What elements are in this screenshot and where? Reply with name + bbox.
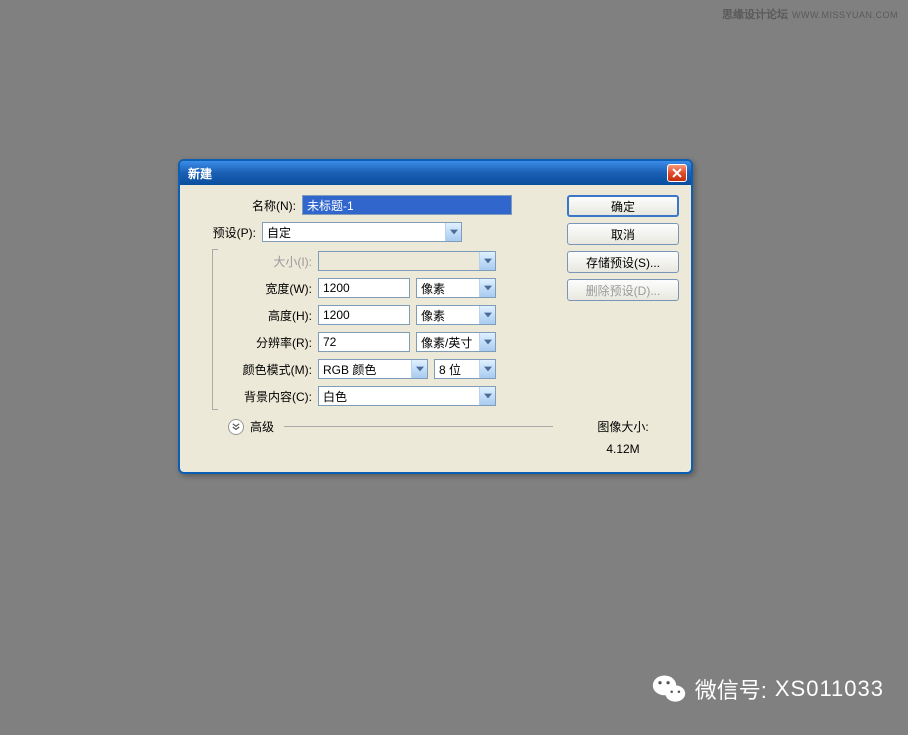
bg-content-value: 白色 xyxy=(323,388,479,405)
label-height: 高度(H): xyxy=(213,307,318,324)
row-height: 高度(H): 像素 xyxy=(213,305,553,325)
dialog-right-column: 确定 取消 存储预设(S)... 删除预设(D)... 图像大小: 4.12M xyxy=(567,195,679,460)
select-preset-value: 自定 xyxy=(267,224,445,241)
input-height[interactable] xyxy=(318,305,410,325)
ok-button[interactable]: 确定 xyxy=(567,195,679,217)
select-width-unit[interactable]: 像素 xyxy=(416,278,496,298)
row-color-mode: 颜色模式(M): RGB 颜色 8 位 xyxy=(213,359,553,379)
row-width: 宽度(W): 像素 xyxy=(213,278,553,298)
row-name: 名称(N): xyxy=(192,195,553,215)
close-icon xyxy=(672,168,682,178)
wechat-overlay: 微信号: XS011033 xyxy=(651,671,884,707)
select-bit-depth[interactable]: 8 位 xyxy=(434,359,496,379)
image-size-label: 图像大小: xyxy=(567,417,679,439)
advanced-toggle[interactable] xyxy=(228,419,244,435)
input-name[interactable] xyxy=(302,195,512,215)
chevron-down-icon xyxy=(411,360,427,378)
chevron-down-icon xyxy=(479,252,495,270)
image-size-value: 4.12M xyxy=(567,439,679,461)
select-color-mode[interactable]: RGB 颜色 xyxy=(318,359,428,379)
row-preset: 预设(P): 自定 xyxy=(152,222,553,242)
double-chevron-down-icon xyxy=(232,423,240,431)
chevron-down-icon xyxy=(479,306,495,324)
color-mode-value: RGB 颜色 xyxy=(323,361,411,378)
row-size: 大小(I): xyxy=(213,251,553,271)
row-bg-content: 背景内容(C): 白色 xyxy=(213,386,553,406)
chevron-down-icon xyxy=(479,360,495,378)
select-size xyxy=(318,251,496,271)
dialog-left-column: 名称(N): 预设(P): 自定 大小(I): xyxy=(192,195,553,460)
row-resolution: 分辨率(R): 像素/英寸 xyxy=(213,332,553,352)
input-width[interactable] xyxy=(318,278,410,298)
close-button[interactable] xyxy=(667,164,687,182)
save-preset-button[interactable]: 存储预设(S)... xyxy=(567,251,679,273)
watermark-site-url: WWW.MISSYUAN.COM xyxy=(792,10,898,20)
label-advanced: 高级 xyxy=(250,418,274,435)
label-name: 名称(N): xyxy=(192,197,302,214)
label-color-mode: 颜色模式(M): xyxy=(213,361,318,378)
delete-preset-button: 删除预设(D)... xyxy=(567,279,679,301)
chevron-down-icon xyxy=(445,223,461,241)
width-unit-value: 像素 xyxy=(421,280,479,297)
chevron-down-icon xyxy=(479,279,495,297)
wechat-id: XS011033 xyxy=(775,676,884,702)
dialog-titlebar[interactable]: 新建 xyxy=(180,161,691,185)
select-preset[interactable]: 自定 xyxy=(262,222,462,242)
label-bg-content: 背景内容(C): xyxy=(213,388,318,405)
input-resolution[interactable] xyxy=(318,332,410,352)
label-resolution: 分辨率(R): xyxy=(213,334,318,351)
height-unit-value: 像素 xyxy=(421,307,479,324)
preset-bracket-group: 大小(I): 宽度(W): 像素 高度(H): xyxy=(212,249,553,410)
new-document-dialog: 新建 名称(N): 预设(P): 自定 大小(I): xyxy=(178,159,693,474)
resolution-unit-value: 像素/英寸 xyxy=(421,334,479,351)
label-size: 大小(I): xyxy=(213,253,318,270)
watermark-top: 思缘设计论坛 WWW.MISSYUAN.COM xyxy=(722,6,898,22)
watermark-site-name: 思缘设计论坛 xyxy=(722,6,788,22)
bit-depth-value: 8 位 xyxy=(439,361,479,378)
wechat-label: 微信号: xyxy=(695,673,767,705)
advanced-divider xyxy=(284,426,553,427)
label-preset: 预设(P): xyxy=(152,224,262,241)
select-resolution-unit[interactable]: 像素/英寸 xyxy=(416,332,496,352)
dialog-body: 名称(N): 预设(P): 自定 大小(I): xyxy=(180,185,691,472)
cancel-button[interactable]: 取消 xyxy=(567,223,679,245)
image-size-info: 图像大小: 4.12M xyxy=(567,417,679,460)
dialog-title: 新建 xyxy=(188,165,212,182)
label-width: 宽度(W): xyxy=(213,280,318,297)
chevron-down-icon xyxy=(479,333,495,351)
advanced-toggle-row: 高级 xyxy=(192,418,553,435)
select-height-unit[interactable]: 像素 xyxy=(416,305,496,325)
wechat-icon xyxy=(651,671,687,707)
chevron-down-icon xyxy=(479,387,495,405)
select-bg-content[interactable]: 白色 xyxy=(318,386,496,406)
